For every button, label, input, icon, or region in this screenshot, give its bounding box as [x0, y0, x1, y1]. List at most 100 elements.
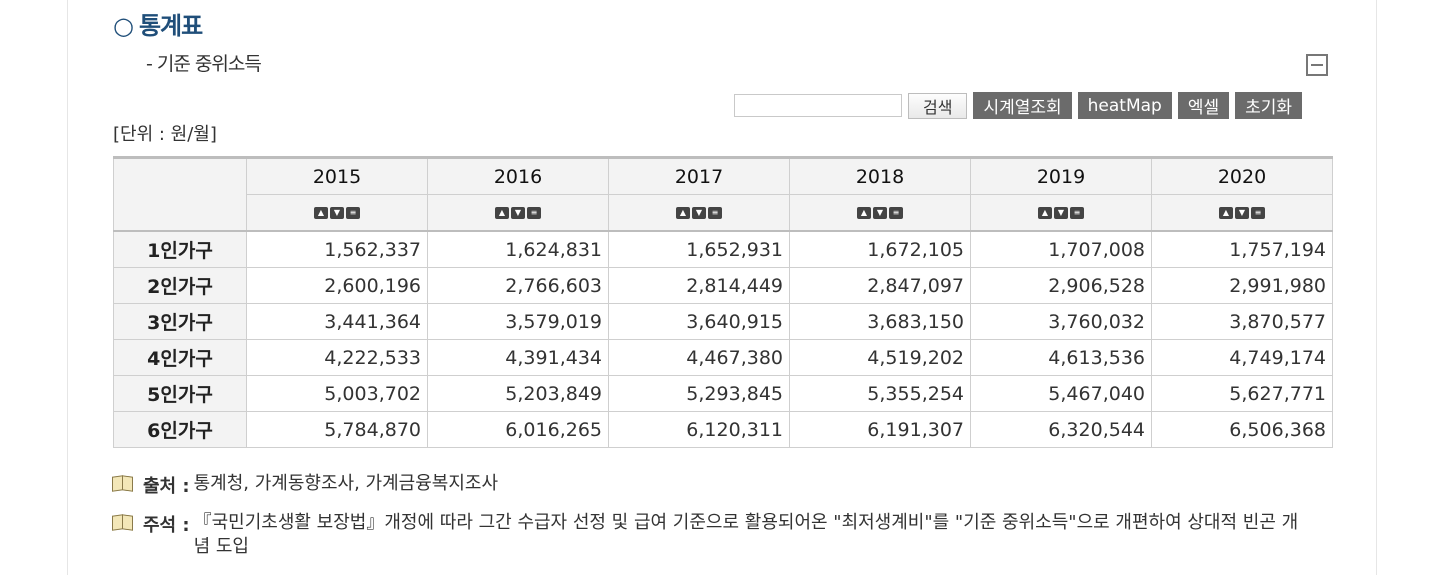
table-cell: 5,355,254 [789, 375, 971, 412]
table-cell: 2,814,449 [608, 267, 790, 304]
column-header: 2015 [246, 157, 428, 195]
book-icon [112, 513, 134, 531]
table-cell: 6,016,265 [427, 411, 609, 448]
table-cell: 2,906,528 [970, 267, 1152, 304]
stats-table: 2015 2016 2017 2018 2019 2020 ▲ ▼ ≡ ▲ ▼ ≡ ▲ ▼ ≡ ▲… [113, 156, 1333, 448]
column-header: 2019 [970, 157, 1152, 195]
table-row: 1인가구 1,562,337 1,624,831 1,652,931 1,672,105… [113, 230, 1333, 268]
table-cell: 5,467,040 [970, 375, 1152, 412]
table-cell: 6,191,307 [789, 411, 971, 448]
title-marker: ○ [113, 12, 134, 40]
comment-text: 『국민기초생활 보장법』개정에 따라 그간 수급자 선정 및 급여 기준으로 활… [193, 512, 1299, 557]
sort-ascending-icon[interactable]: ▲ [676, 207, 690, 219]
table-cell: 5,784,870 [246, 411, 428, 448]
table-row: 2인가구 2,600,196 2,766,603 2,814,449 2,847,097… [113, 267, 1333, 304]
sort-controls: ▲ ▼ ≡ [427, 194, 609, 232]
sort-descending-icon[interactable]: ▼ [1235, 207, 1249, 219]
collapse-minus-icon[interactable] [1306, 54, 1328, 76]
sort-descending-icon[interactable]: ▼ [1054, 207, 1068, 219]
table-cell: 4,749,174 [1151, 339, 1333, 376]
comment-note: 주석 : 『국민기초생활 보장법』개정에 따라 그간 수급자 선정 및 급여 기… [112, 511, 1312, 559]
table-cell: 4,467,380 [608, 339, 790, 376]
table-cell: 1,672,105 [789, 230, 971, 268]
row-header: 3인가구 [113, 303, 247, 340]
table-row: 6인가구 5,784,870 6,016,265 6,120,311 6,191,307… [113, 411, 1333, 448]
sort-ascending-icon[interactable]: ▲ [1219, 207, 1233, 219]
table-cell: 3,640,915 [608, 303, 790, 340]
source-label: 출처 : [143, 476, 190, 497]
table-cell: 3,870,577 [1151, 303, 1333, 340]
sort-controls: ▲ ▼ ≡ [1151, 194, 1333, 232]
table-cell: 2,600,196 [246, 267, 428, 304]
column-header: 2018 [789, 157, 971, 195]
sort-descending-icon[interactable]: ▼ [873, 207, 887, 219]
page-subtitle: - 기준 중위소득 [146, 53, 262, 75]
heatmap-button[interactable]: heatMap [1077, 92, 1172, 119]
table-cell: 6,120,311 [608, 411, 790, 448]
sort-descending-icon[interactable]: ▼ [330, 207, 344, 219]
table-toolbar: 검색 시계열조회 heatMap 엑셀 초기화 [734, 92, 1308, 119]
sort-menu-icon[interactable]: ≡ [889, 207, 903, 219]
sort-ascending-icon[interactable]: ▲ [495, 207, 509, 219]
table-row: 4인가구 4,222,533 4,391,434 4,467,380 4,519,202… [113, 339, 1333, 376]
title-text: 통계표 [138, 12, 203, 40]
column-header: 2020 [1151, 157, 1333, 195]
table-cell: 4,519,202 [789, 339, 971, 376]
column-header: 2016 [427, 157, 609, 195]
table-cell: 3,441,364 [246, 303, 428, 340]
table-cell: 5,003,702 [246, 375, 428, 412]
table-cell: 2,991,980 [1151, 267, 1333, 304]
sort-menu-icon[interactable]: ≡ [708, 207, 722, 219]
sort-menu-icon[interactable]: ≡ [1251, 207, 1265, 219]
comment-label: 주석 : [143, 515, 190, 536]
sort-menu-icon[interactable]: ≡ [527, 207, 541, 219]
table-cell: 5,627,771 [1151, 375, 1333, 412]
table-cell: 6,320,544 [970, 411, 1152, 448]
sort-controls: ▲ ▼ ≡ [789, 194, 971, 232]
row-header: 5인가구 [113, 375, 247, 412]
table-cell: 4,391,434 [427, 339, 609, 376]
table-cell: 1,652,931 [608, 230, 790, 268]
table-cell: 5,203,849 [427, 375, 609, 412]
row-header: 4인가구 [113, 339, 247, 376]
table-cell: 4,613,536 [970, 339, 1152, 376]
book-icon [112, 474, 134, 492]
row-header: 1인가구 [113, 230, 247, 268]
search-input[interactable] [734, 94, 902, 117]
sort-menu-icon[interactable]: ≡ [1070, 207, 1084, 219]
sort-descending-icon[interactable]: ▼ [511, 207, 525, 219]
page-title: ○ 통계표 [113, 6, 203, 41]
table-cell: 3,579,019 [427, 303, 609, 340]
table-cell: 3,760,032 [970, 303, 1152, 340]
table-cell: 1,562,337 [246, 230, 428, 268]
sort-ascending-icon[interactable]: ▲ [1038, 207, 1052, 219]
column-header: 2017 [608, 157, 790, 195]
row-header: 6인가구 [113, 411, 247, 448]
timeseries-button[interactable]: 시계열조회 [973, 92, 1072, 119]
table-cell: 1,707,008 [970, 230, 1152, 268]
table-cell: 2,766,603 [427, 267, 609, 304]
table-cell: 1,757,194 [1151, 230, 1333, 268]
sort-controls: ▲ ▼ ≡ [246, 194, 428, 232]
sort-controls: ▲ ▼ ≡ [608, 194, 790, 232]
table-cell: 5,293,845 [608, 375, 790, 412]
table-row: 3인가구 3,441,364 3,579,019 3,640,915 3,683,150… [113, 303, 1333, 340]
table-cell: 4,222,533 [246, 339, 428, 376]
table-row: 5인가구 5,003,702 5,203,849 5,293,845 5,355,254… [113, 375, 1333, 412]
source-note: 출처 : 통계청, 가계동향조사, 가계금융복지조사 [112, 472, 498, 498]
table-cell: 3,683,150 [789, 303, 971, 340]
row-header: 2인가구 [113, 267, 247, 304]
source-text: 통계청, 가계동향조사, 가계금융복지조사 [193, 473, 498, 494]
sort-menu-icon[interactable]: ≡ [346, 207, 360, 219]
search-button[interactable]: 검색 [908, 92, 968, 119]
excel-button[interactable]: 엑셀 [1177, 92, 1230, 119]
sort-descending-icon[interactable]: ▼ [692, 207, 706, 219]
sort-ascending-icon[interactable]: ▲ [314, 207, 328, 219]
reset-button[interactable]: 초기화 [1235, 92, 1303, 119]
table-cell: 6,506,368 [1151, 411, 1333, 448]
table-cell: 1,624,831 [427, 230, 609, 268]
table-corner [113, 157, 247, 232]
sort-ascending-icon[interactable]: ▲ [857, 207, 871, 219]
unit-label: [단위 : 원/월] [113, 124, 217, 145]
sort-controls: ▲ ▼ ≡ [970, 194, 1152, 232]
